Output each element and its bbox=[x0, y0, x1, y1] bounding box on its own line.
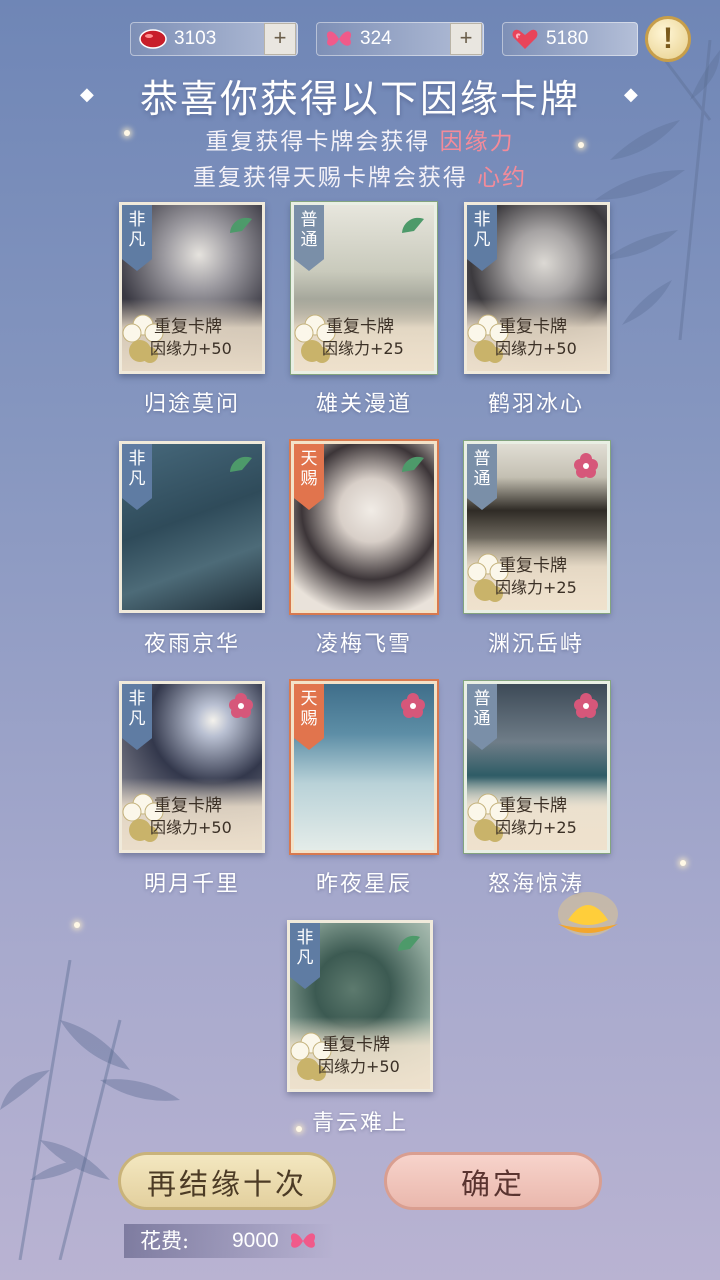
resource-butterfly: 324 + bbox=[316, 22, 484, 56]
dupe-label: 重复卡牌 bbox=[499, 317, 567, 337]
page-title: 恭喜你获得以下因缘卡牌 bbox=[139, 77, 580, 121]
card-name: 雄关漫道 bbox=[315, 392, 412, 417]
rarity-tag: 普通 bbox=[467, 684, 497, 750]
card-ming-yue-qian-li[interactable]: 非凡 重复卡牌 因缘力+50 bbox=[119, 681, 265, 853]
dupe-label: 重复卡牌 bbox=[499, 796, 567, 816]
card-gui-tu-mo-wen[interactable]: 非凡 重复卡牌 因缘力+50 bbox=[119, 202, 265, 374]
red-gem-count: 3103 bbox=[174, 28, 217, 49]
dupe-label: 重复卡牌 bbox=[326, 317, 394, 337]
card-yuan-chen-yue-zhi[interactable]: 普通 重复卡牌 因缘力+25 bbox=[464, 441, 610, 613]
card-zuo-ye-xing-chen[interactable]: 天赐 bbox=[291, 681, 437, 853]
subtitle-2-highlight: 心约 bbox=[477, 165, 528, 191]
card-name: 渊沉岳峙 bbox=[487, 632, 584, 657]
card-qing-yun-nan-shang[interactable]: 非凡 重复卡牌 因缘力+50 bbox=[287, 920, 433, 1092]
dupe-value: 因缘力+50 bbox=[150, 339, 232, 358]
card-name: 凌梅飞雪 bbox=[315, 632, 412, 657]
card-ye-yu-jing-hua[interactable]: 非凡 bbox=[119, 441, 265, 613]
heart-count: 5180 bbox=[546, 28, 589, 49]
dupe-value: 因缘力+25 bbox=[322, 339, 404, 358]
sparkle bbox=[680, 860, 686, 866]
subtitle-1-highlight: 因缘力 bbox=[439, 129, 515, 155]
card-name: 昨夜星辰 bbox=[315, 872, 412, 897]
heart-icon bbox=[512, 29, 538, 49]
card-xiong-guan-man-dao[interactable]: 普通 重复卡牌 因缘力+25 bbox=[291, 202, 437, 374]
fan-emblem-icon bbox=[230, 217, 252, 233]
card-name: 明月千里 bbox=[143, 872, 240, 897]
subtitle-line-1: 重复获得卡牌会获得 因缘力 bbox=[0, 122, 720, 156]
dupe-label: 重复卡牌 bbox=[154, 796, 222, 816]
cost-display: 花费: 9000 bbox=[124, 1224, 334, 1258]
butterfly-icon bbox=[290, 1233, 316, 1248]
card-name: 怒海惊涛 bbox=[487, 872, 584, 897]
dupe-label: 重复卡牌 bbox=[154, 317, 222, 337]
dupe-value: 因缘力+50 bbox=[150, 818, 232, 837]
card-ling-mei-fei-xue[interactable]: 天赐 bbox=[291, 441, 437, 613]
butterfly-icon bbox=[326, 31, 352, 46]
fan-emblem-icon bbox=[402, 456, 424, 472]
subtitle-2-text: 重复获得天赐卡牌会获得 bbox=[192, 165, 468, 191]
rarity-tag: 非凡 bbox=[467, 205, 497, 271]
add-red-gem-button[interactable]: + bbox=[264, 23, 296, 55]
bamboo-decoration-bottom-left bbox=[0, 960, 180, 1260]
cost-label: 花费: bbox=[140, 1229, 190, 1253]
rarity-tag: 天赐 bbox=[294, 444, 324, 510]
rarity-tag: 天赐 bbox=[294, 684, 324, 750]
resource-red-gem: 3103 + bbox=[130, 22, 298, 56]
plum-emblem-icon bbox=[574, 693, 598, 718]
subtitle-line-2: 重复获得天赐卡牌会获得 心约 bbox=[0, 158, 720, 192]
card-name: 鹤羽冰心 bbox=[487, 392, 584, 417]
rarity-tag: 普通 bbox=[294, 205, 324, 271]
dupe-label: 重复卡牌 bbox=[499, 556, 567, 576]
add-butterfly-button[interactable]: + bbox=[450, 23, 482, 55]
card-name: 夜雨京华 bbox=[143, 632, 240, 657]
dupe-value: 因缘力+50 bbox=[495, 339, 577, 358]
dupe-value: 因缘力+25 bbox=[495, 578, 577, 597]
fan-emblem-icon bbox=[230, 456, 252, 472]
card-he-yu-bing-xin[interactable]: 非凡 重复卡牌 因缘力+50 bbox=[464, 202, 610, 374]
card-nu-hai-jing-tao[interactable]: 普通 重复卡牌 因缘力+25 bbox=[464, 681, 610, 853]
plum-emblem-icon bbox=[401, 693, 425, 718]
rarity-tag: 非凡 bbox=[122, 205, 152, 271]
draw-ten-again-button[interactable]: 再结缘十次 bbox=[118, 1152, 336, 1210]
fan-emblem-icon bbox=[398, 935, 420, 951]
fan-emblem-icon bbox=[402, 217, 424, 233]
rarity-tag: 非凡 bbox=[122, 684, 152, 750]
dupe-label: 重复卡牌 bbox=[322, 1035, 390, 1055]
dupe-value: 因缘力+25 bbox=[495, 818, 577, 837]
cost-value: 9000 bbox=[232, 1229, 279, 1252]
rarity-tag: 非凡 bbox=[122, 444, 152, 510]
dupe-value: 因缘力+50 bbox=[318, 1057, 400, 1076]
subtitle-1-text: 重复获得卡牌会获得 bbox=[205, 129, 431, 155]
card-name: 归途莫问 bbox=[143, 392, 240, 417]
resource-heart: 5180 bbox=[502, 22, 638, 56]
rarity-tag: 普通 bbox=[467, 444, 497, 510]
confirm-button[interactable]: 确定 bbox=[384, 1152, 602, 1210]
info-button[interactable]: ! bbox=[645, 16, 691, 62]
plum-emblem-icon bbox=[229, 693, 253, 718]
red-gem-icon bbox=[139, 29, 167, 49]
rarity-tag: 非凡 bbox=[290, 923, 320, 989]
plum-emblem-icon bbox=[574, 453, 598, 478]
card-name: 青云难上 bbox=[311, 1111, 408, 1136]
butterfly-count: 324 bbox=[360, 28, 392, 49]
sparkle bbox=[74, 922, 80, 928]
